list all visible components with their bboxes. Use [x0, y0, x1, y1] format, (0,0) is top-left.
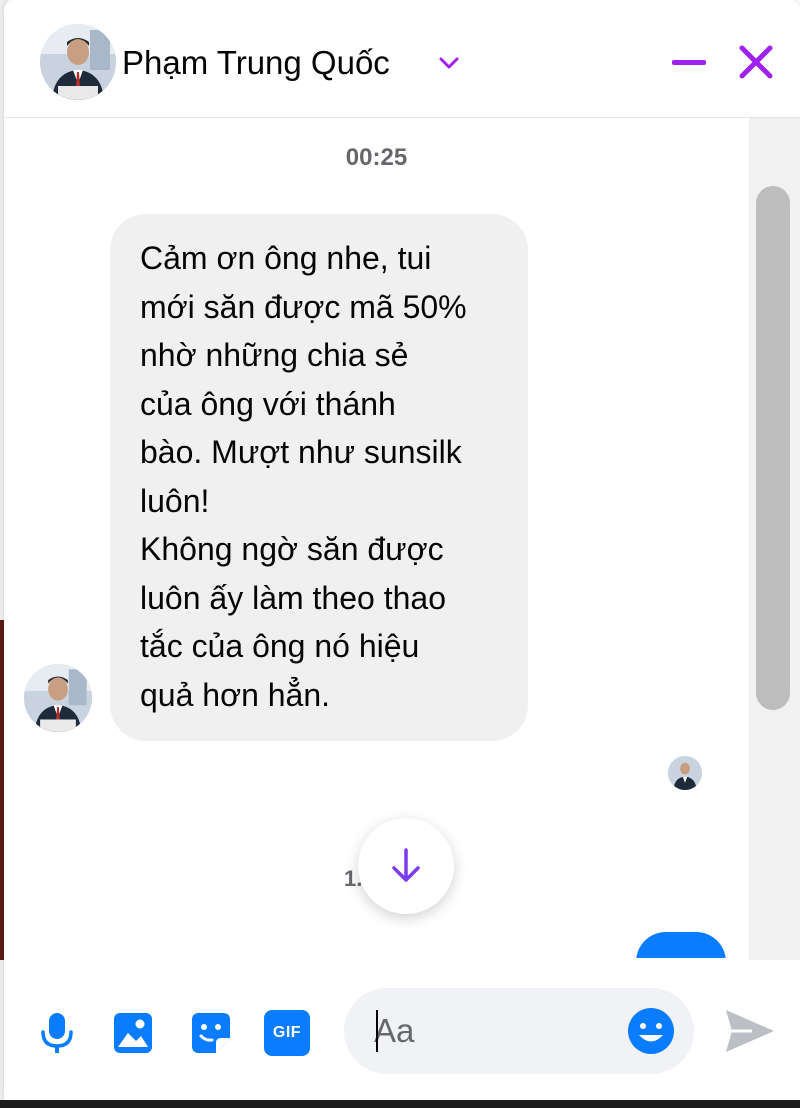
- scrollbar-thumb[interactable]: [756, 186, 790, 710]
- message-line: quả hơn hẳn.: [140, 676, 331, 713]
- close-icon[interactable]: [734, 40, 778, 84]
- sender-avatar[interactable]: [24, 664, 92, 732]
- sender-avatar-image: [24, 664, 92, 732]
- message-line: luôn!: [140, 482, 210, 519]
- message-input-container[interactable]: [344, 988, 694, 1074]
- message-line: bào. Mượt như sunsilk: [140, 434, 462, 470]
- contact-name[interactable]: Phạm Trung Quốc: [122, 44, 390, 82]
- microphone-icon[interactable]: [34, 1010, 80, 1056]
- sticker-icon[interactable]: [188, 1010, 234, 1056]
- text-caret: [376, 1010, 378, 1052]
- message-input[interactable]: [374, 1010, 614, 1052]
- outgoing-message-bubble[interactable]: [636, 932, 726, 958]
- chat-header: Phạm Trung Quốc: [4, 0, 800, 118]
- scroll-to-bottom-button[interactable]: [358, 818, 454, 914]
- seen-avatar-image: [668, 756, 702, 790]
- chat-window: Phạm Trung Quốc 00:25 Cảm ơn ông nhe, tu…: [4, 0, 800, 1100]
- chevron-down-icon[interactable]: [434, 48, 464, 78]
- minimize-icon[interactable]: [668, 44, 708, 80]
- contact-avatar[interactable]: [40, 24, 116, 100]
- message-line: Cảm ơn ông nhe, tui: [140, 240, 432, 276]
- bottom-edge: [0, 1100, 800, 1108]
- message-line: Không ngờ săn được: [140, 531, 444, 567]
- message-line: của ông với thánh: [140, 385, 396, 422]
- message-list: 00:25 Cảm ơn ông nhe, tui mới săn được m…: [4, 118, 749, 958]
- message-line: tắc của ông nó hiệu: [140, 628, 420, 664]
- gif-button[interactable]: GIF: [264, 1010, 310, 1056]
- image-icon[interactable]: [110, 1010, 156, 1056]
- message-line: nhờ những chia sẻ: [140, 337, 409, 373]
- gif-label: GIF: [272, 1024, 302, 1041]
- send-icon[interactable]: [722, 1006, 778, 1056]
- message-composer: GIF: [4, 960, 800, 1100]
- arrow-down-icon: [392, 848, 420, 882]
- seen-indicator-avatar: [668, 756, 702, 790]
- message-line: mới săn được mã 50%: [140, 288, 467, 325]
- message-line: luôn ấy làm theo thao: [140, 579, 446, 616]
- emoji-icon[interactable]: [626, 1006, 676, 1056]
- contact-avatar-image: [40, 24, 116, 100]
- incoming-message-bubble[interactable]: Cảm ơn ông nhe, tui mới săn được mã 50% …: [110, 214, 528, 741]
- message-timestamp: 00:25: [345, 144, 408, 171]
